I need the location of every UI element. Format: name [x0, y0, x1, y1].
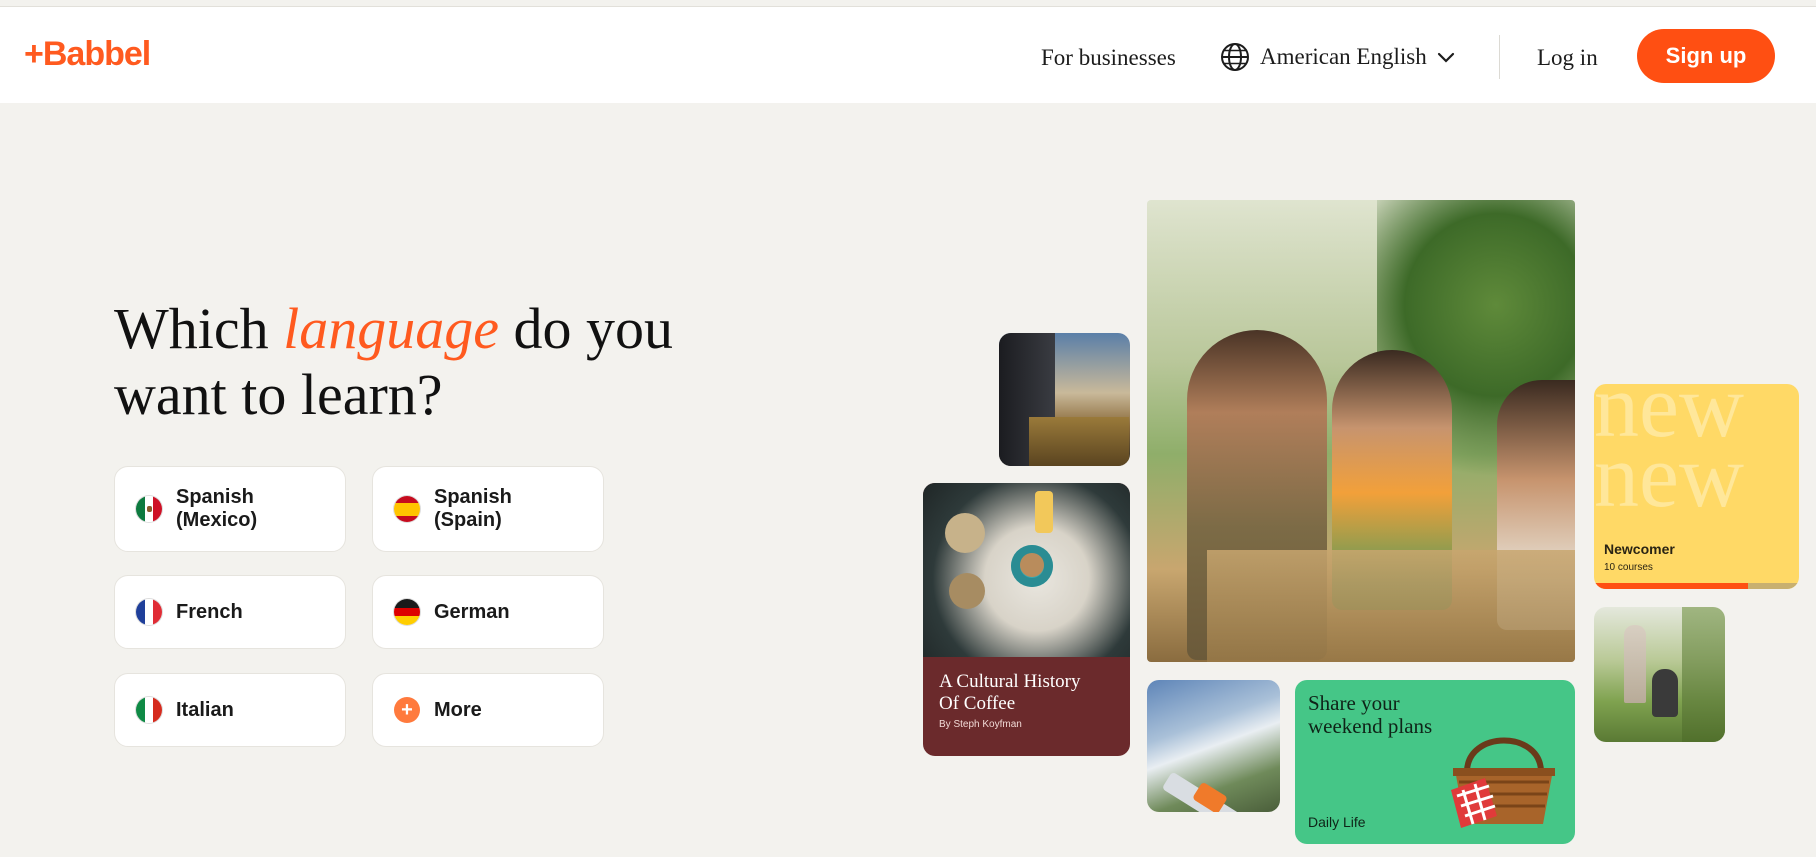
login-link[interactable]: Log in: [1537, 44, 1598, 72]
language-option-spanish-mexico[interactable]: Spanish (Mexico): [114, 466, 346, 552]
weekend-plans-title: Share your weekend plans: [1308, 691, 1433, 738]
germany-flag-icon: [394, 599, 420, 625]
babbel-logo[interactable]: +Babbel: [24, 37, 151, 71]
language-label: More: [434, 698, 482, 721]
coffee-article-title: A Cultural History Of Coffee: [939, 671, 1081, 714]
new-watermark: new new: [1594, 384, 1744, 526]
france-flag-icon: [136, 599, 162, 625]
airplane-window-photo: [1147, 680, 1280, 812]
plus-icon: +: [394, 697, 420, 723]
language-label: German: [434, 600, 510, 623]
globe-icon: [1221, 43, 1249, 71]
chevron-down-icon: [1437, 52, 1454, 63]
header-divider: [1499, 35, 1500, 79]
language-option-italian[interactable]: Italian: [114, 673, 346, 747]
coffee-article-card[interactable]: A Cultural History Of Coffee By Steph Ko…: [923, 483, 1130, 756]
newcomer-subtitle: 10 courses: [1604, 562, 1653, 573]
language-label: French: [176, 600, 243, 623]
coffee-article-author: By Steph Koyfman: [939, 719, 1022, 730]
mexico-flag-icon: [136, 496, 162, 522]
language-option-spanish-spain[interactable]: Spanish (Spain): [372, 466, 604, 552]
spain-flag-icon: [394, 496, 420, 522]
garden-photo: [1594, 607, 1725, 742]
language-label: Spanish (Spain): [434, 486, 512, 531]
course-progress-track: [1594, 583, 1799, 589]
weekend-plans-category: Daily Life: [1308, 814, 1366, 830]
italy-flag-icon: [136, 697, 162, 723]
language-option-french[interactable]: French: [114, 575, 346, 649]
friends-cafe-photo: [1147, 200, 1575, 662]
language-option-more[interactable]: + More: [372, 673, 604, 747]
coffee-photo: [923, 483, 1130, 657]
top-border: [0, 0, 1816, 7]
car-window-photo: [999, 333, 1130, 466]
site-header: +Babbel For businesses American English …: [0, 7, 1816, 103]
signup-button[interactable]: Sign up: [1637, 29, 1775, 83]
for-businesses-link[interactable]: For businesses: [1041, 44, 1176, 72]
language-selector[interactable]: American English: [1220, 37, 1457, 77]
language-option-german[interactable]: German: [372, 575, 604, 649]
language-selector-label: American English: [1260, 44, 1427, 69]
title-part-1: Which: [114, 296, 284, 361]
page-title: Which language do you want to learn?: [114, 296, 674, 428]
language-label: Spanish (Mexico): [176, 486, 258, 531]
weekend-plans-card[interactable]: Share your weekend plans Daily Life: [1295, 680, 1575, 844]
newcomer-title: Newcomer: [1604, 541, 1675, 557]
picnic-basket-icon: [1451, 737, 1555, 828]
newcomer-course-card[interactable]: new new Newcomer 10 courses: [1594, 384, 1799, 589]
language-label: Italian: [176, 698, 234, 721]
title-highlight: language: [283, 296, 499, 361]
course-progress-fill: [1594, 583, 1748, 589]
